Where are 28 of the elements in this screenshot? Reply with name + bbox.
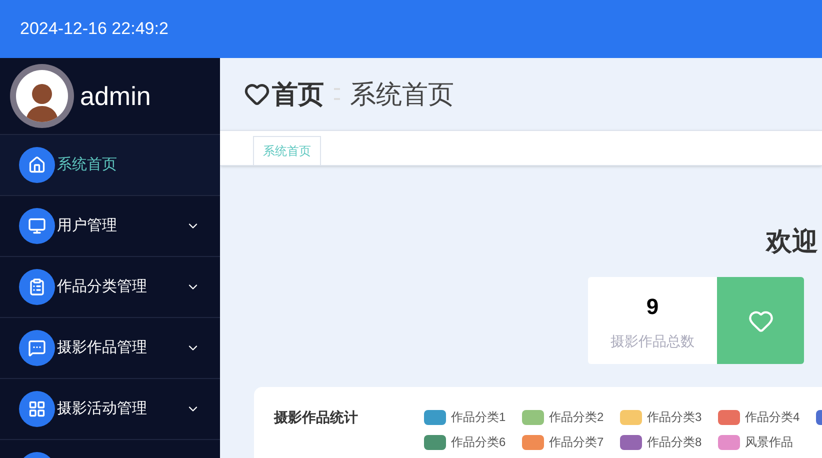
sidebar-item[interactable]: 用户管理 [0,196,220,257]
legend-label[interactable]: 作品分类4 [745,408,800,426]
legend-label[interactable]: 作品分类7 [549,433,604,451]
clipboard-icon [28,278,46,296]
home-icon [28,156,46,174]
page-title: 首页 [272,78,324,110]
chart-title: 摄影作品统计 [274,408,359,427]
legend-label[interactable]: 风景作品 [745,433,793,451]
datetime: 2024-12-16 22:49:2 [20,18,168,40]
legend-label[interactable]: 作品分类3 [647,408,702,426]
stat-value: 9 [646,292,659,320]
grid-icon [28,400,46,418]
welcome-heading: 欢迎 [766,225,818,258]
legend-label[interactable]: 作品分类8 [647,433,702,451]
monitor-icon [28,217,46,235]
sidebar-item[interactable]: 摄影活动管理 [0,379,220,440]
breadcrumb: 系统首页 [350,78,454,110]
stat-label: 摄影作品总数 [610,332,694,350]
legend-label[interactable]: 作品分类6 [451,433,506,451]
sidebar-item[interactable]: 摄影作品管理 [0,318,220,379]
heart-icon [244,81,270,107]
chat-icon [28,339,46,357]
sidebar-item[interactable]: 系统首页 [0,135,220,196]
sidebar-item[interactable]: 作品分类管理 [0,257,220,318]
breadcrumb-separator [334,88,340,100]
legend-label[interactable]: 作品分类2 [549,408,604,426]
username: admin [80,80,151,112]
legend-label[interactable]: 作品分类1 [451,408,506,426]
